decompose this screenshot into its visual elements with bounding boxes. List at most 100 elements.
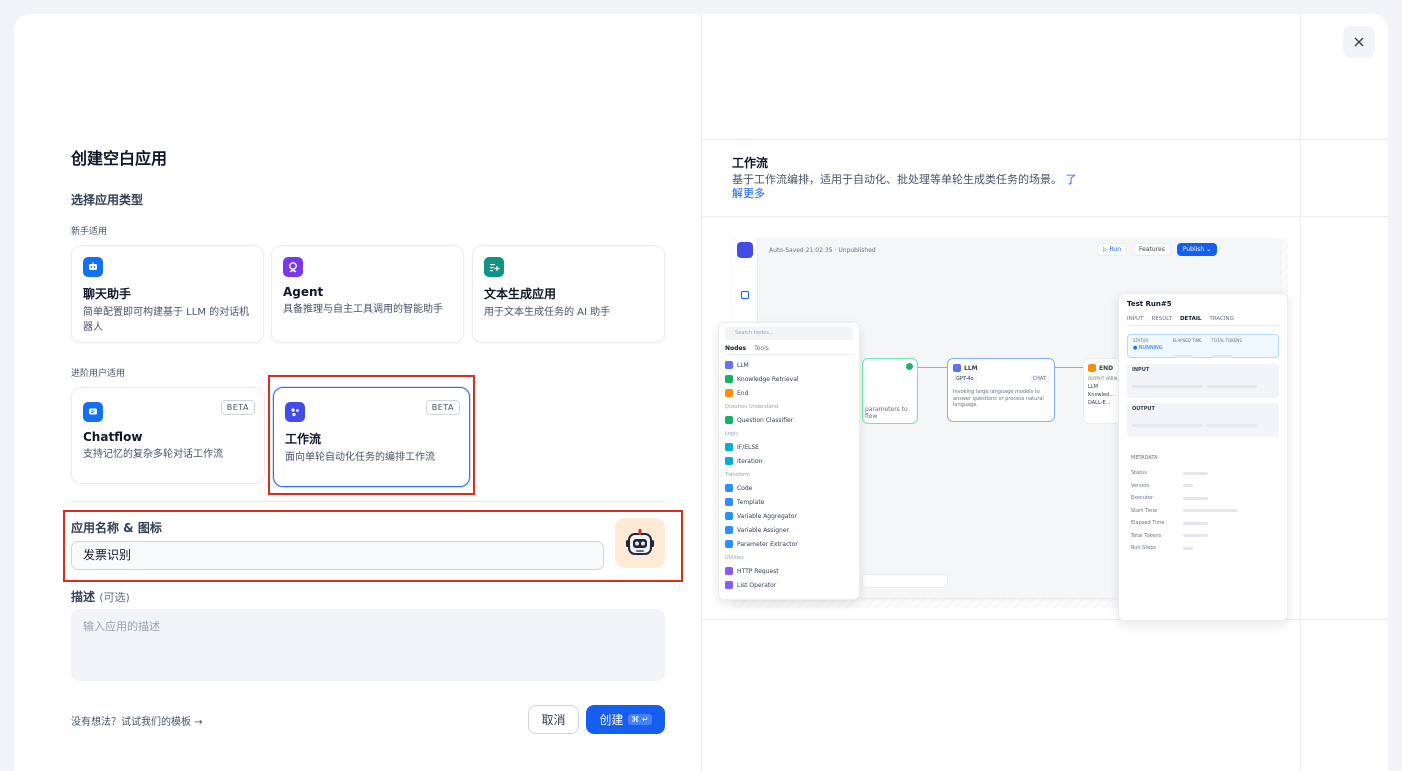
preview-panel: 工作流 基于工作流编排，适用于自动化、批处理等单轮生成类任务的场景。 了解更多 … [701,14,1388,771]
node-menu-item: Iteration [725,454,853,468]
dialog-title: 创建空白应用 [71,149,168,168]
nav-icon [740,291,749,299]
node-menu-item: End [725,386,853,400]
metadata-key: Start Time [1131,507,1158,514]
desc-label: 描述 (可选) [71,588,130,605]
node-menu-item: LLM [725,358,853,372]
try-templates-link[interactable]: 没有想法？试试我们的模板 → [71,713,203,728]
app-description-input[interactable]: 输入应用的描述 [71,609,665,681]
tab-result: RESULT [1151,316,1172,322]
node-menu-list: LLM Knowledge Retrieval End Question Unders… [725,355,853,592]
node-menu-item-label: End [737,389,749,397]
card-title: Agent [283,285,324,299]
chat-bot-icon [83,257,103,277]
node-type-icon [725,443,733,451]
app-name-input[interactable]: 发票识别 [71,541,604,570]
tab-detail: DETAIL [1179,316,1202,322]
cancel-button[interactable]: 取消 [528,705,579,734]
node-menu-item: Parameter Extractor [725,537,853,551]
workflow-preview-image: Auto-Saved 21:02:35 · Unpublished ▷ Run … [718,238,1288,621]
elapsed-label: ELAPSED TIME [1172,338,1202,343]
skeleton [1172,355,1193,358]
metadata-key: Status [1131,470,1147,477]
card-desc: 支持记忆的复杂多轮对话工作流 [83,449,223,460]
robot-icon [626,529,654,555]
node-search-input: Search nodes... [725,327,853,340]
status-label: STATUS [1133,338,1149,343]
app-icon-picker[interactable] [615,518,665,568]
node-group-label: Logic [725,431,739,437]
metadata-row: Status [1131,467,1279,480]
test-run-title: Test Run#5 [1127,300,1172,308]
start-node: parameters to flow [862,358,918,424]
app-type-section-label: 选择应用类型 [71,193,144,207]
end-node-icon [1088,364,1096,372]
skeleton [1183,521,1208,525]
metadata-row: Version [1131,480,1279,493]
skeleton [1183,534,1208,538]
create-app-dialog: 创建空白应用 选择应用类型 新手适用 聊天助手 简单配置即可构建基于 LLM 的… [14,14,1388,771]
node-menu-item-label: Parameter Extractor [737,540,798,548]
node-menu-item: HTTP Request [725,564,853,578]
node-menu-item-label: Code [737,484,753,492]
node-menu-item: Code [725,481,853,495]
app-type-card-agent[interactable]: Agent 具备推理与自主工具调用的智能助手 [271,245,464,343]
node-type-icon [725,540,733,548]
create-button[interactable]: 创建 ⌘ ↵ [586,705,665,734]
edge [918,367,947,368]
node-type-icon [725,512,733,520]
node-type-icon [725,375,733,383]
grid-line [702,216,1388,217]
features-button: Features [1133,243,1171,256]
create-button-label: 创建 [599,713,624,727]
node-menu-item-label: List Operator [737,581,777,589]
skeleton [1132,424,1202,427]
close-button[interactable] [1343,26,1375,58]
test-run-panel: Test Run#5 INPUT RESULT DETAIL TRACING S… [1118,293,1288,621]
card-title: Chatflow [83,430,143,444]
node-type-icon [725,484,733,492]
app-type-card-chatflow[interactable]: BETA Chatflow 支持记忆的复杂多轮对话工作流 [71,387,265,484]
node-type-icon [725,581,733,589]
grid-line [1300,14,1301,771]
create-shortcut: ⌘ ↵ [628,714,652,725]
advanced-label: 进阶用户适用 [71,369,126,379]
test-run-tabs: INPUT RESULT DETAIL TRACING [1127,316,1279,326]
node-menu-item-label: Variable Assigner [737,526,789,534]
llm-node-desc: Invoking large language models to answer… [953,389,1044,408]
node-type-icon [725,416,733,424]
tab-input: INPUT [1127,316,1144,322]
tab-tracing: TRACING [1209,316,1234,322]
chatflow-icon [83,402,103,422]
tab-nodes: Nodes [725,345,747,352]
end-row: LLM [1088,384,1098,390]
divider [71,501,665,502]
metadata-label: METADATA [1131,455,1158,461]
skeleton [1132,385,1202,388]
end-output-label: OUTPUT VARIA... [1088,376,1122,381]
preview-desc: 基于工作流编排，适用于自动化、批处理等单轮生成类任务的场景。 了解更多 [732,173,1077,201]
node-menu-item: Variable Assigner [725,523,853,537]
metadata-key: Elapsed Time [1131,520,1165,527]
node-menu-item-label: HTTP Request [737,567,779,575]
llm-node-title: LLM [964,364,978,372]
end-node-title: END [1099,364,1114,372]
skeleton [1183,546,1193,550]
node-group-label: Utilities [725,555,744,561]
node-menu-item-label: IF/ELSE [737,443,759,451]
skeleton [1211,355,1232,358]
app-type-card-text-generator[interactable]: 文本生成应用 用于文本生成任务的 AI 助手 [472,245,665,343]
node-menu-item-label: Question Classifier [737,416,794,424]
highlight-box [268,375,475,495]
grid-line [702,139,1388,140]
publish-button: Publish ⌄ [1176,243,1218,256]
node-menu-item: Knowledge Retrieval [725,372,853,386]
metadata-key: Executor [1131,495,1154,502]
input-box: INPUT [1127,364,1279,398]
start-node-text: parameters to flow [865,406,908,420]
create-form-panel: 创建空白应用 选择应用类型 新手适用 聊天助手 简单配置即可构建基于 LLM 的… [14,14,701,771]
end-row: DALL-E... [1088,400,1111,406]
llm-mode: CHAT [1029,375,1049,383]
app-type-card-chatbot[interactable]: 聊天助手 简单配置即可构建基于 LLM 的对话机器人 [71,245,264,343]
success-icon [906,363,913,370]
